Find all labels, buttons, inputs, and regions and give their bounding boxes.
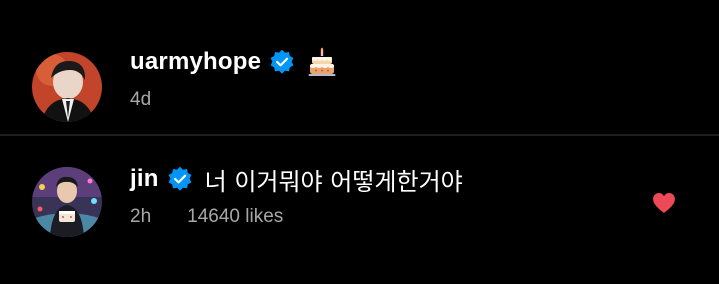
comment-header: uarmyhope [130, 44, 337, 80]
comment-meta: 4d [130, 88, 151, 112]
likes-count[interactable]: 14640 likes [187, 206, 283, 228]
username[interactable]: uarmyhope [130, 48, 261, 76]
comment-time: 4d [130, 89, 152, 110]
comment-text: 너 이거뭐야 어떻게한거야 [204, 167, 463, 196]
comment-item: jin 너 이거뭐야 어떻게한거야 2h 14640 likes [0, 136, 719, 284]
comment-header: jin 너 이거뭐야 어떻게한거야 [130, 161, 463, 197]
comment-meta: 2h 14640 likes [130, 205, 283, 229]
verified-badge-icon [269, 49, 295, 75]
avatar[interactable] [32, 167, 102, 237]
verified-badge-icon [167, 166, 193, 192]
birthday-cake-icon [307, 47, 337, 77]
comment-item: uarmyhope 4d [0, 0, 719, 134]
avatar[interactable] [32, 52, 102, 122]
username[interactable]: jin [130, 165, 159, 193]
heart-icon[interactable] [652, 192, 676, 214]
comment-time: 2h [130, 206, 152, 227]
